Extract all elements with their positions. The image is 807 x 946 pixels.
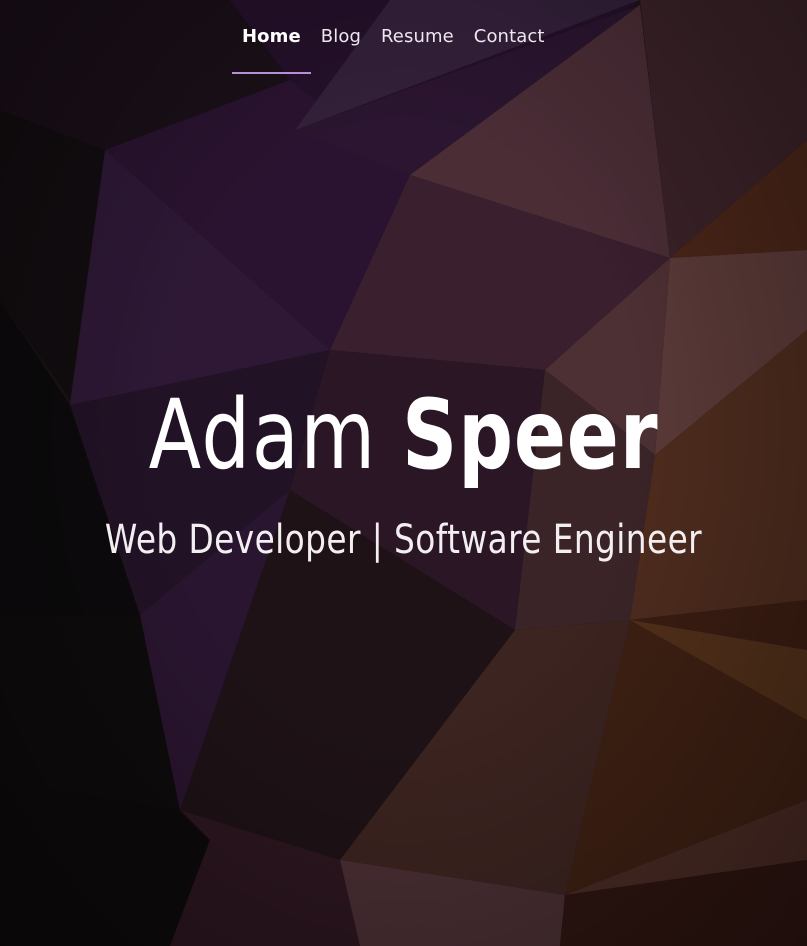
nav-item-resume[interactable]: Resume	[371, 0, 464, 74]
nav-item-blog[interactable]: Blog	[311, 0, 371, 74]
hero-first-name: Adam	[148, 379, 377, 491]
nav-item-home[interactable]: Home	[232, 0, 311, 74]
page: Home Blog Resume Contact Adam Speer Web …	[0, 0, 807, 946]
hero: Adam Speer Web Developer | Software Engi…	[0, 380, 807, 564]
hero-last-name: Speer	[402, 379, 659, 491]
main-nav: Home Blog Resume Contact	[232, 0, 555, 76]
hero-tagline: Web Developer | Software Engineer	[104, 517, 703, 563]
nav-item-contact[interactable]: Contact	[464, 0, 555, 74]
hero-name: Adam Speer	[81, 380, 727, 490]
